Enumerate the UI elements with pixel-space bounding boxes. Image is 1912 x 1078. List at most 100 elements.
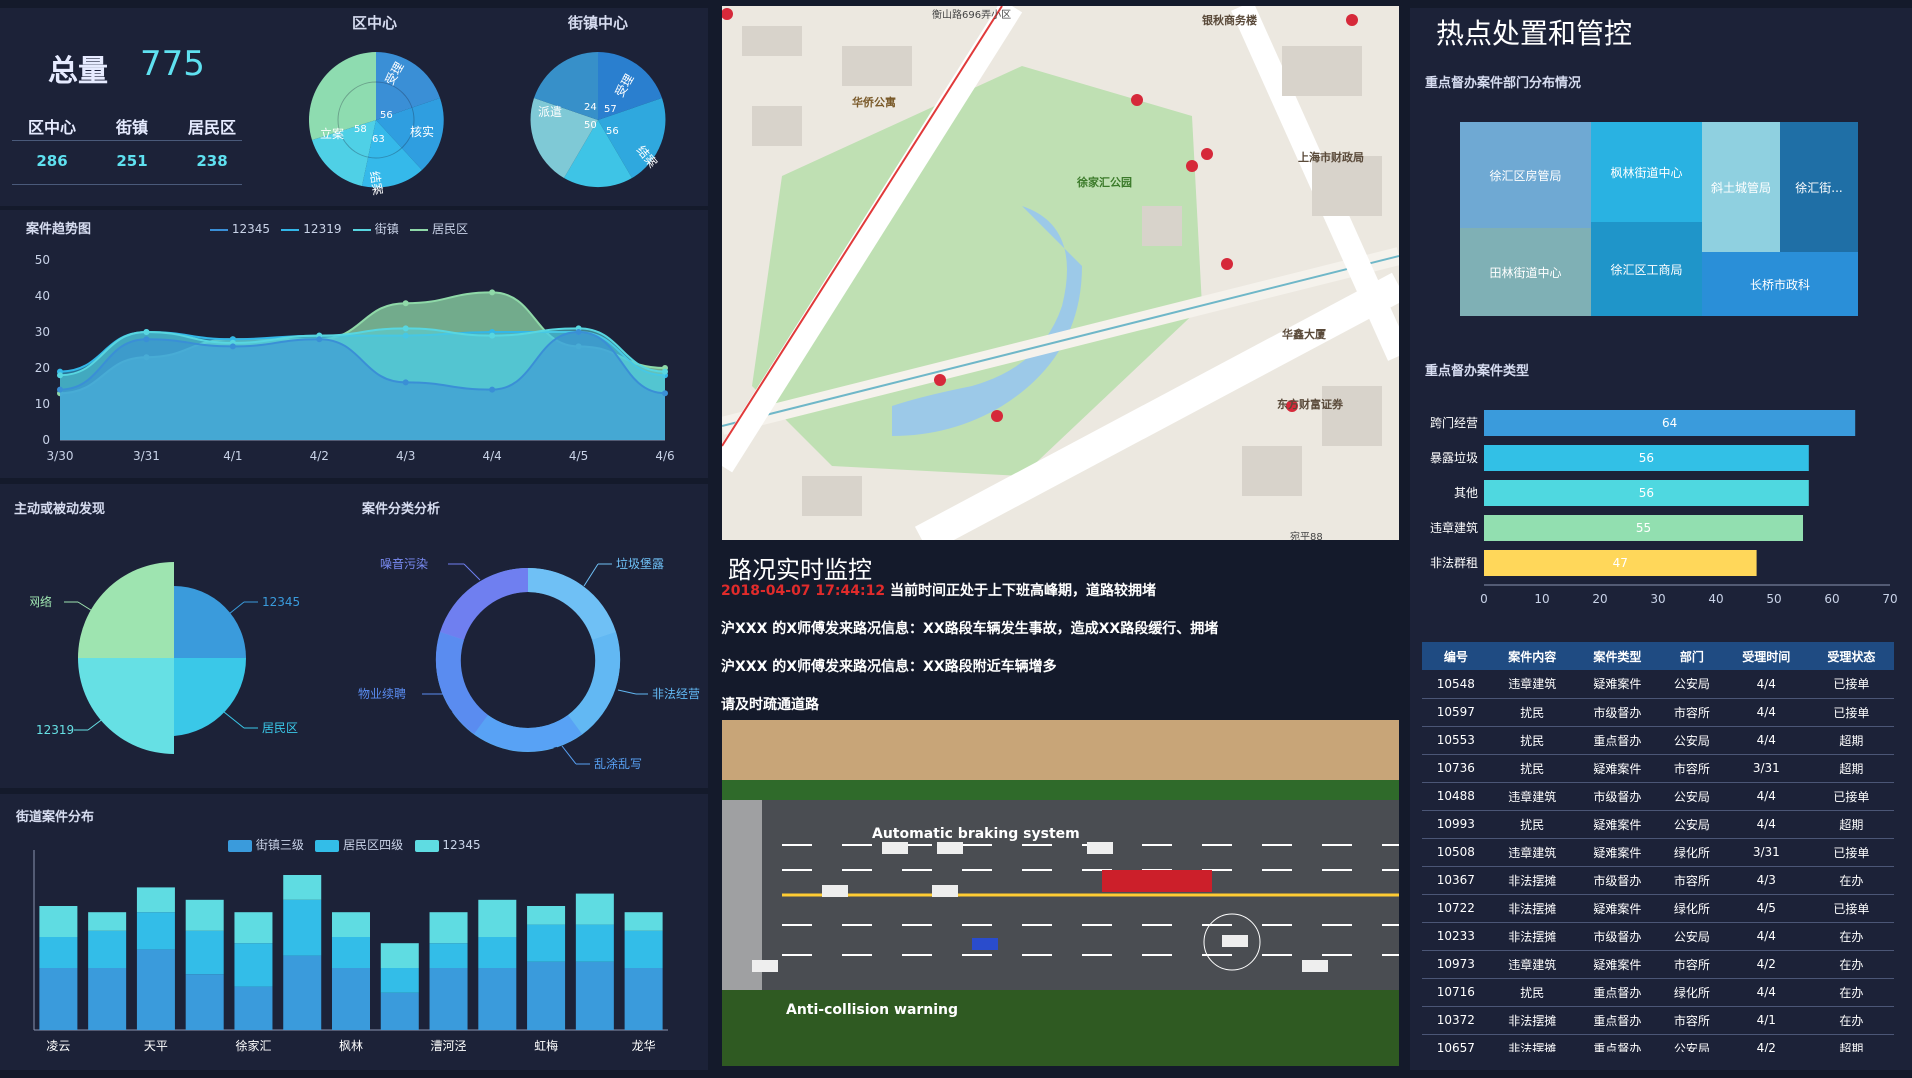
street-bar-segment[interactable]: [527, 961, 566, 1030]
table-row[interactable]: 10993 扰民 疑难案件 公安局 4/4 超期: [1422, 810, 1894, 839]
trend-point[interactable]: [402, 379, 409, 386]
street-bar-segment[interactable]: [380, 943, 419, 968]
street-bar-segment[interactable]: [39, 937, 78, 968]
column-header[interactable]: 案件内容: [1489, 642, 1575, 670]
street-bar-segment[interactable]: [136, 912, 175, 950]
table-cell: 10553: [1422, 726, 1490, 755]
street-bar-segment[interactable]: [332, 937, 370, 968]
street-bar-segment[interactable]: [478, 968, 517, 1030]
trend-point[interactable]: [229, 343, 236, 350]
trend-point[interactable]: [575, 329, 582, 335]
treemap-cell[interactable]: 田林街道中心: [1460, 228, 1591, 316]
street-bar-segment[interactable]: [429, 943, 468, 968]
table-row[interactable]: 10553 扰民 重点督办 公安局 4/4 超期: [1422, 726, 1894, 755]
trend-point[interactable]: [489, 386, 496, 393]
table-row[interactable]: 10722 非法摆摊 疑难案件 绿化所 4/5 已接单: [1422, 894, 1894, 923]
column-header[interactable]: 编号: [1422, 642, 1490, 670]
street-bar-segment[interactable]: [575, 893, 614, 925]
table-cell: 4/4: [1723, 782, 1809, 811]
trend-point[interactable]: [489, 289, 496, 296]
legend-item[interactable]: 12319: [281, 222, 341, 236]
column-header[interactable]: 部门: [1659, 642, 1724, 670]
trend-point[interactable]: [316, 336, 323, 343]
legend-item[interactable]: 居民区: [410, 222, 468, 236]
street-bar-segment[interactable]: [39, 906, 78, 937]
street-bar-segment[interactable]: [478, 937, 517, 968]
trend-point[interactable]: [662, 390, 668, 397]
street-bar-segment[interactable]: [332, 968, 370, 1030]
rose2-title: 街镇中心: [568, 14, 629, 32]
rose2-label: 56: [606, 126, 619, 137]
street-bar-segment[interactable]: [88, 968, 127, 1030]
street-bar-segment[interactable]: [429, 912, 468, 944]
street-bar-segment[interactable]: [185, 930, 224, 975]
street-bar-segment[interactable]: [283, 955, 322, 1030]
street-bar-segment[interactable]: [283, 899, 322, 956]
map[interactable]: 华侨公寓 徐家汇公园 上海市财政局 华鑫大厦 东方财富证券 银秋商务楼 衡山路6…: [722, 6, 1399, 540]
table-row[interactable]: 10597 扰民 市级督办 市容所 4/4 已接单: [1422, 698, 1894, 727]
table-row[interactable]: 10233 非法摆摊 市级督办 公安局 4/4 在办: [1422, 922, 1894, 951]
street-bar-segment[interactable]: [136, 949, 175, 1030]
street-bar-segment[interactable]: [575, 924, 614, 962]
street-bar-segment[interactable]: [380, 968, 419, 993]
street-bar-segment[interactable]: [527, 906, 566, 925]
table-row[interactable]: 10367 非法摆摊 市级督办 市容所 4/3 在办: [1422, 866, 1894, 895]
treemap-cell[interactable]: 长桥市政科: [1702, 252, 1858, 316]
street-bar-segment[interactable]: [527, 924, 566, 962]
map-label: 徐家汇公园: [1077, 176, 1132, 189]
table-row[interactable]: 10973 违章建筑 疑难案件 市容所 4/2 在办: [1422, 950, 1894, 979]
street-bar-segment[interactable]: [624, 930, 663, 968]
category-slice: [568, 632, 621, 734]
street-bar-segment[interactable]: [575, 961, 614, 1030]
table-row[interactable]: 10508 违章建筑 疑难案件 绿化所 3/31 已接单: [1422, 838, 1894, 867]
street-bar-segment[interactable]: [332, 912, 370, 937]
trend-point[interactable]: [143, 329, 150, 335]
trend-legend: 12345 12319 街镇 居民区: [210, 220, 468, 237]
trend-point[interactable]: [143, 336, 150, 343]
treemap-cell[interactable]: 斜土城管局: [1702, 122, 1780, 252]
table-row[interactable]: 10372 非法摆摊 重点督办 市容所 4/1 在办: [1422, 1006, 1894, 1035]
treemap-cell[interactable]: 徐汇区工商局: [1591, 222, 1702, 316]
street-title: 街道案件分布: [16, 810, 95, 825]
column-header[interactable]: 受理状态: [1808, 642, 1894, 670]
trend-point[interactable]: [489, 332, 496, 339]
street-bar-segment[interactable]: [88, 912, 127, 931]
trend-point[interactable]: [57, 386, 63, 393]
street-bar-segment[interactable]: [185, 899, 224, 931]
street-bar-segment[interactable]: [185, 974, 224, 1030]
trend-point[interactable]: [662, 368, 668, 375]
trend-point[interactable]: [57, 372, 63, 379]
rose2-label: 57: [604, 104, 617, 115]
column-header[interactable]: 受理时间: [1723, 642, 1809, 670]
type-bar-value: 56: [1639, 486, 1654, 500]
street-bar-segment[interactable]: [234, 986, 273, 1030]
legend-item[interactable]: 12345: [210, 222, 270, 236]
table-row[interactable]: 10716 扰民 重点督办 绿化所 4/4 在办: [1422, 978, 1894, 1007]
street-bar-segment[interactable]: [429, 968, 468, 1030]
trend-point[interactable]: [402, 325, 409, 332]
street-bar-segment[interactable]: [234, 943, 273, 987]
trend-point[interactable]: [402, 300, 409, 307]
street-bar-segment[interactable]: [136, 887, 175, 913]
table-row[interactable]: 10657 非法摆摊 重点督办 公安局 4/2 超期: [1422, 1034, 1894, 1052]
table-row[interactable]: 10736 扰民 疑难案件 市容所 3/31 超期: [1422, 754, 1894, 783]
street-bar-segment[interactable]: [88, 930, 127, 968]
treemap-cell[interactable]: 徐汇区房管局: [1460, 122, 1591, 228]
column-header[interactable]: 案件类型: [1574, 642, 1660, 670]
table-row[interactable]: 10488 违章建筑 市级督办 公安局 4/4 已接单: [1422, 782, 1894, 811]
street-bar-segment[interactable]: [39, 968, 78, 1030]
map-canvas[interactable]: [722, 6, 1399, 540]
street-bar-segment[interactable]: [283, 875, 322, 900]
legend-item[interactable]: 街镇: [352, 222, 399, 236]
traffic-camera[interactable]: Automatic braking system Anti-collision …: [722, 720, 1399, 1066]
street-bar-segment[interactable]: [234, 912, 273, 944]
discovery-label: 居民区: [262, 721, 298, 735]
table-row[interactable]: 10548 违章建筑 疑难案件 公安局 4/4 已接单: [1422, 670, 1894, 699]
street-bar-segment[interactable]: [624, 968, 663, 1030]
treemap-cell[interactable]: 徐汇街...: [1780, 122, 1858, 252]
street-bar-segment[interactable]: [478, 899, 517, 937]
treemap-cell[interactable]: 枫林街道中心: [1591, 122, 1702, 222]
street-bar-segment[interactable]: [624, 912, 663, 931]
street-bar-segment[interactable]: [380, 992, 419, 1030]
table-cell: 10716: [1422, 978, 1490, 1007]
